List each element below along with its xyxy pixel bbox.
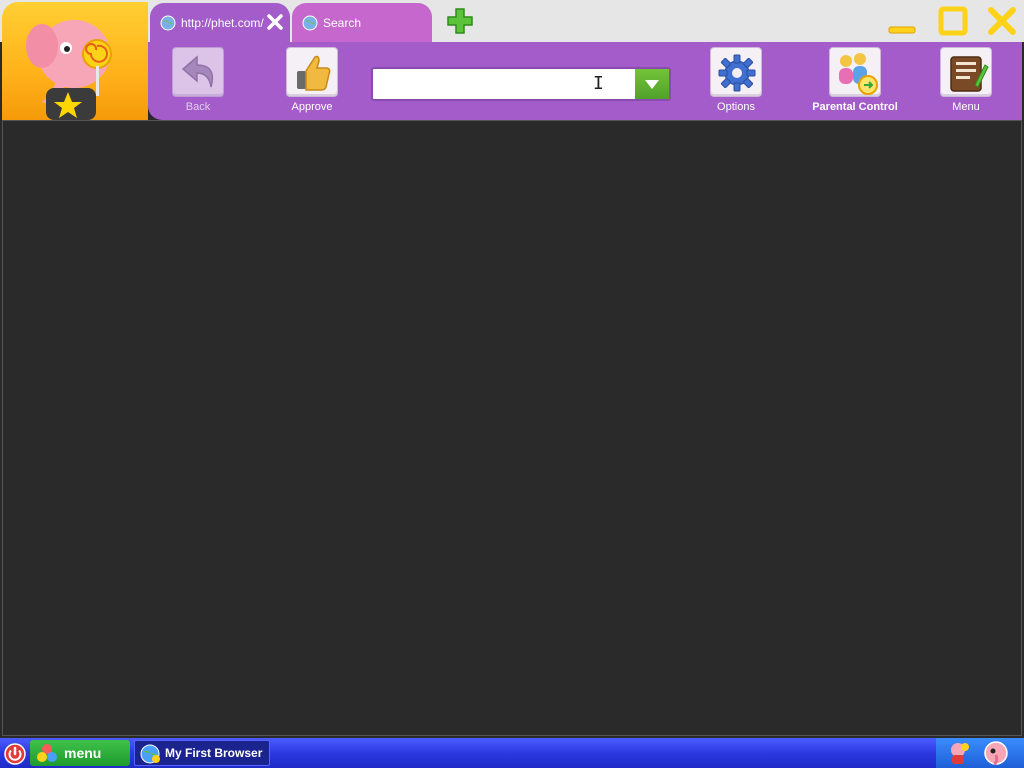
thumbs-up-icon [297, 55, 331, 91]
taskbar-item-browser[interactable]: My First Browser [134, 740, 270, 766]
back-label: Back [185, 101, 211, 113]
gear-icon [718, 54, 756, 92]
minimize-icon[interactable] [886, 5, 918, 37]
back-button[interactable]: Back [158, 47, 238, 113]
maximize-icon[interactable] [937, 5, 969, 37]
menu-balls-icon [37, 744, 57, 762]
tab-phet-label: http://phet.com/ [181, 15, 264, 30]
tab-phet[interactable]: http://phet.com/ [150, 3, 290, 42]
browser-window: http://phet.com/ Search Back Approve I O… [0, 0, 1024, 768]
taskbar: menu My First Browser [0, 738, 1024, 768]
notebook-icon [950, 56, 989, 92]
menu-tile [940, 47, 992, 97]
toolbar: Back Approve I Options Parental Control … [148, 42, 1022, 120]
options-button[interactable]: Options [696, 47, 776, 113]
parental-control-button[interactable]: Parental Control [805, 47, 905, 113]
close-icon[interactable] [266, 13, 284, 31]
browser-globe-icon [140, 744, 160, 764]
globe-icon [302, 15, 318, 30]
back-arrow-icon [181, 55, 214, 88]
tab-search-label: Search [323, 15, 362, 30]
approve-label: Approve [291, 101, 333, 113]
parental-people-icon [839, 53, 878, 95]
elephant-logo [2, 2, 148, 120]
address-dropdown-button[interactable] [635, 69, 669, 99]
parental-control-label: Parental Control [812, 101, 898, 113]
plus-icon[interactable] [446, 7, 474, 35]
approve-tile [286, 47, 338, 97]
globe-icon [160, 15, 176, 30]
start-menu-button[interactable]: menu [30, 740, 130, 766]
system-tray [936, 738, 1024, 768]
parental-tile [829, 47, 881, 97]
options-label: Options [717, 101, 755, 113]
start-menu-label: menu [64, 745, 102, 761]
dropdown-arrow-icon [645, 80, 659, 89]
text-cursor-icon: I [593, 73, 604, 94]
taskbar-item-label: My First Browser [165, 746, 263, 760]
menu-label: Menu [952, 101, 980, 113]
tab-search[interactable]: Search [292, 3, 432, 42]
approve-button[interactable]: Approve [272, 47, 352, 113]
power-icon[interactable] [3, 742, 27, 766]
mascot-tray-icon[interactable] [944, 740, 972, 766]
close-icon[interactable] [986, 5, 1018, 37]
page-content-area[interactable] [2, 120, 1022, 736]
menu-button[interactable]: Menu [926, 47, 1006, 113]
elephant-tray-icon[interactable] [982, 740, 1010, 766]
options-tile [710, 47, 762, 97]
address-bar[interactable]: I [371, 67, 671, 101]
back-tile [172, 47, 224, 97]
